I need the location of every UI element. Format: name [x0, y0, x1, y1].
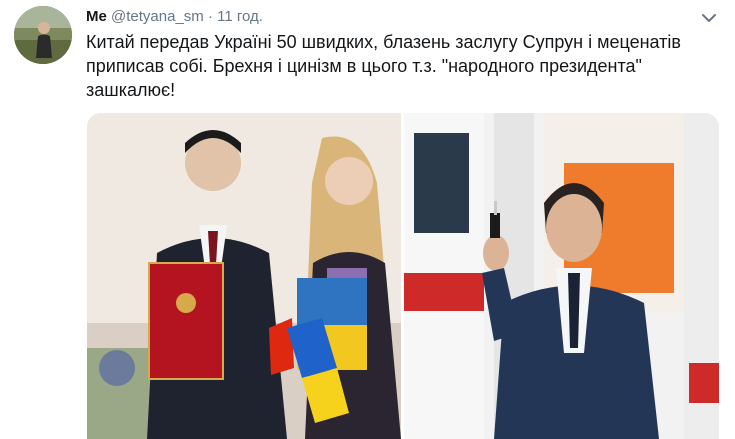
avatar[interactable]	[14, 6, 72, 64]
author-handle[interactable]: @tetyana_sm	[111, 8, 204, 25]
photo-right[interactable]	[404, 113, 719, 439]
separator: ·	[207, 8, 213, 25]
timestamp[interactable]: 11 год.	[217, 8, 263, 25]
tweet-text-line: приписав собі. Брехня і цинізм в цього т…	[86, 56, 642, 76]
tweet-text: Китай передав Україні 50 швидких, блазен…	[86, 30, 686, 102]
tweet-text-line: зашкалює!	[86, 80, 176, 100]
photo-left[interactable]	[87, 113, 401, 439]
chevron-down-icon[interactable]	[701, 10, 717, 26]
author-name[interactable]: Ме	[86, 8, 107, 25]
tweet-header: Ме @tetyana_sm · 11 год.	[86, 7, 263, 27]
tweet-text-line: Китай передав Україні 50 швидких, блазен…	[86, 32, 681, 52]
tweet-media	[87, 113, 719, 439]
